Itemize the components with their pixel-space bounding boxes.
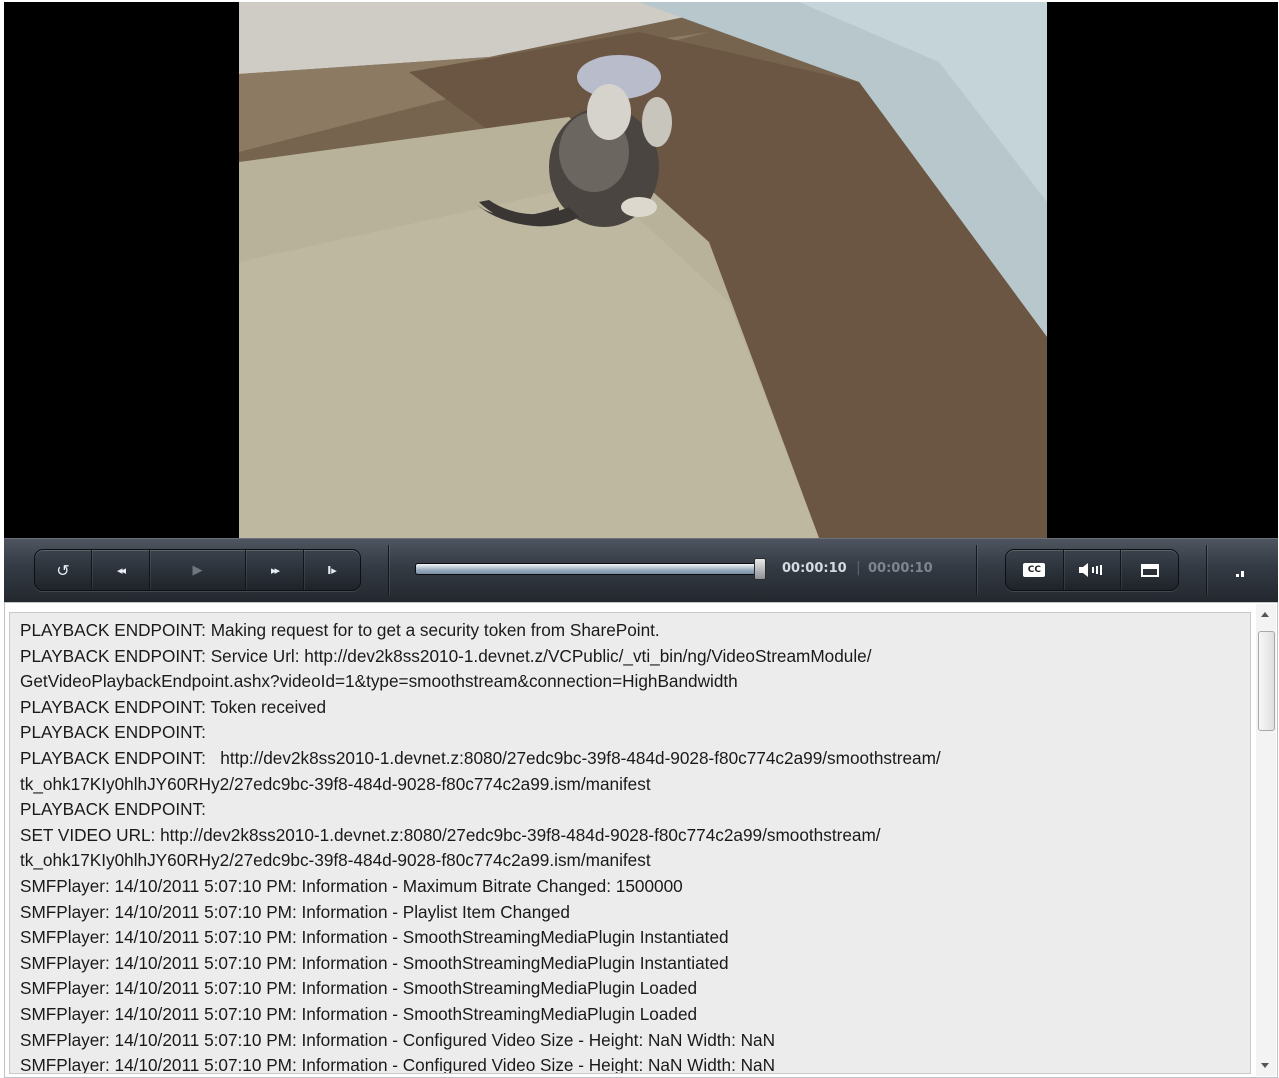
time-separator: | xyxy=(856,560,861,576)
log-line: SMFPlayer: 14/10/2011 5:07:10 PM: Inform… xyxy=(20,952,729,973)
closed-captions-button[interactable]: CC xyxy=(1006,550,1064,590)
log-line: SET VIDEO URL: http://dev2k8ss2010-1.dev… xyxy=(20,824,881,845)
log-line: tk_ohk17KIy0hlhJY60RHy2/27edc9bc-39f8-48… xyxy=(20,773,651,794)
closed-captions-icon: CC xyxy=(1023,563,1046,577)
separator xyxy=(1206,545,1207,595)
video-frame-image xyxy=(239,2,1047,538)
signal-strength-icon[interactable] xyxy=(1236,571,1244,577)
current-time: 00:00:10 xyxy=(782,561,847,576)
separator xyxy=(976,545,977,595)
playback-button-group: ↺ ◂◂ ▶ ▸▸ I▸ xyxy=(34,549,361,591)
log-line: PLAYBACK ENDPOINT: http://dev2k8ss2010-1… xyxy=(20,747,941,768)
seek-bar-thumb[interactable] xyxy=(754,558,766,580)
total-time: 00:00:10 xyxy=(868,561,933,576)
replay-button[interactable]: ↺ xyxy=(35,550,92,590)
log-line: PLAYBACK ENDPOINT: Making request for to… xyxy=(20,620,660,640)
scrollbar-thumb[interactable] xyxy=(1258,631,1275,731)
log-line: SMFPlayer: 14/10/2011 5:07:10 PM: Inform… xyxy=(20,1029,776,1050)
replay-icon: ↺ xyxy=(56,560,70,580)
log-line: SMFPlayer: 14/10/2011 5:07:10 PM: Inform… xyxy=(20,927,729,948)
step-forward-button[interactable]: I▸ xyxy=(304,550,360,590)
log-line: SMFPlayer: 14/10/2011 5:07:10 PM: Inform… xyxy=(20,875,683,896)
log-output[interactable]: PLAYBACK ENDPOINT: Making request for to… xyxy=(9,612,1251,1074)
seek-bar-progress xyxy=(416,564,760,574)
volume-icon xyxy=(1079,563,1102,577)
log-line: PLAYBACK ENDPOINT: xyxy=(20,722,206,743)
log-line: GetVideoPlaybackEndpoint.ashx?videoId=1&… xyxy=(20,671,738,692)
volume-button[interactable] xyxy=(1064,550,1122,590)
options-button-group: CC xyxy=(1005,549,1179,591)
video-frame[interactable] xyxy=(239,2,1047,538)
log-panel: PLAYBACK ENDPOINT: Making request for to… xyxy=(4,602,1278,1078)
log-line: tk_ohk17KIy0hlhJY60RHy2/27edc9bc-39f8-48… xyxy=(20,850,651,871)
play-button[interactable]: ▶ xyxy=(150,550,246,590)
video-area[interactable] xyxy=(4,2,1278,538)
fullscreen-button[interactable] xyxy=(1121,550,1178,590)
log-line: SMFPlayer: 14/10/2011 5:07:10 PM: Inform… xyxy=(20,978,698,999)
log-line: SMFPlayer: 14/10/2011 5:07:10 PM: Inform… xyxy=(20,901,570,922)
scroll-up-icon[interactable] xyxy=(1261,612,1269,617)
seek-bar[interactable] xyxy=(415,563,761,575)
fast-forward-button[interactable]: ▸▸ xyxy=(246,550,304,590)
scroll-down-icon[interactable] xyxy=(1261,1063,1269,1068)
log-line: PLAYBACK ENDPOINT: Token received xyxy=(20,696,326,717)
rewind-icon: ◂◂ xyxy=(116,563,126,577)
log-line: SMFPlayer: 14/10/2011 5:07:10 PM: Inform… xyxy=(20,1055,776,1074)
log-scrollbar[interactable] xyxy=(1256,604,1276,1076)
fullscreen-icon xyxy=(1140,563,1159,577)
log-line: PLAYBACK ENDPOINT: xyxy=(20,799,206,820)
log-line: PLAYBACK ENDPOINT: Service Url: http://d… xyxy=(20,645,872,666)
fast-forward-icon: ▸▸ xyxy=(270,563,280,577)
media-control-bar: ↺ ◂◂ ▶ ▸▸ I▸ 00:00:10 | 00:00:10 CC xyxy=(4,538,1278,602)
rewind-button[interactable]: ◂◂ xyxy=(92,550,150,590)
separator xyxy=(388,545,389,595)
step-forward-icon: I▸ xyxy=(327,563,337,577)
log-line: SMFPlayer: 14/10/2011 5:07:10 PM: Inform… xyxy=(20,1003,698,1024)
play-icon: ▶ xyxy=(192,562,203,578)
